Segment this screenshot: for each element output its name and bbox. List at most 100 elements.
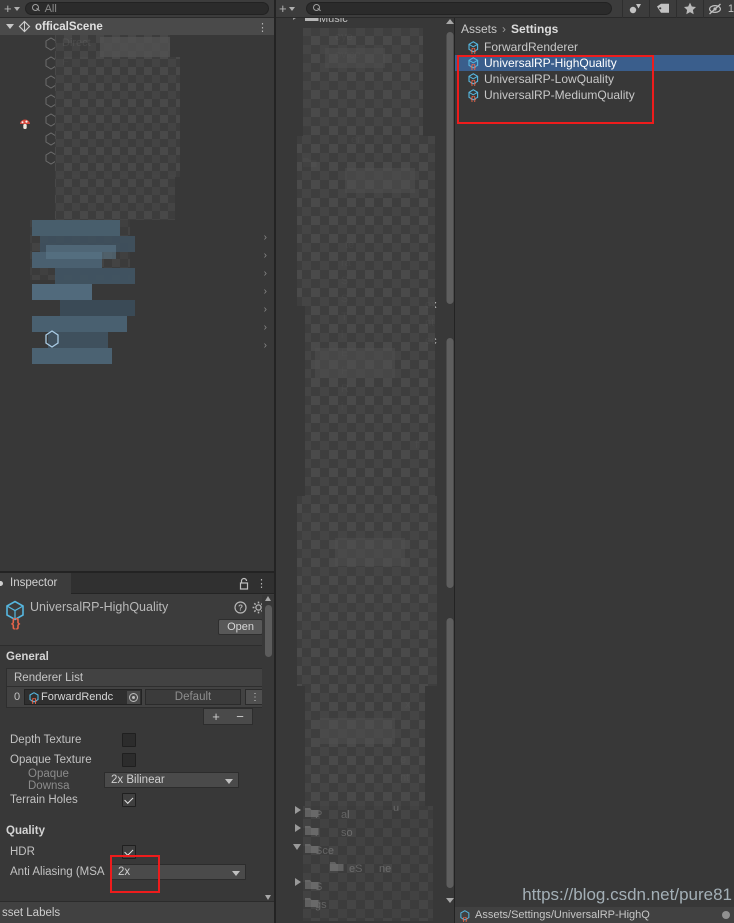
asset-name-label: ForwardRenderer	[484, 40, 579, 54]
breadcrumb-current[interactable]: Settings	[511, 22, 558, 36]
project-toolbar: + 1	[275, 0, 734, 18]
opaque-downsampling-dropdown[interactable]: 2x Bilinear	[104, 772, 239, 788]
scroll-up-arrow-icon[interactable]	[265, 596, 271, 601]
opaque-downsampling-value: 2x Bilinear	[111, 774, 165, 786]
asset-item-universalrp-lowquality[interactable]: {} UniversalRP-LowQuality	[455, 71, 734, 87]
render-pipeline-asset-icon: {}	[468, 57, 479, 70]
star-icon	[683, 2, 696, 15]
opaque-texture-checkbox[interactable]	[122, 753, 136, 767]
hierarchy-expand-chevron[interactable]: ›	[264, 304, 267, 315]
asset-item-forwardrenderer[interactable]: {} ForwardRenderer	[455, 39, 734, 55]
hierarchy-scene-row[interactable]: officalScene ⋮	[0, 18, 275, 35]
renderer-list-header: Renderer List	[6, 668, 269, 687]
vertical-splitter[interactable]	[274, 0, 276, 923]
horizontal-splitter[interactable]	[0, 571, 275, 573]
property-row-anti-aliasing[interactable]: Anti Aliasing (MSA 2x	[0, 862, 275, 882]
asset-labels-bar[interactable]: sset Labels	[0, 901, 275, 923]
hierarchy-expand-chevron[interactable]: ›	[264, 232, 267, 243]
svg-text:{}: {}	[471, 48, 477, 54]
search-by-type-button[interactable]	[623, 0, 649, 18]
zoom-slider-handle[interactable]	[722, 911, 730, 919]
unity-editor-window: + All officalScene ⋮ › › › › › › › Inspe…	[0, 0, 734, 923]
render-pipeline-asset-icon: {}	[468, 41, 479, 54]
object-picker-icon[interactable]	[127, 691, 140, 704]
hierarchy-expand-chevron[interactable]: ›	[264, 340, 267, 351]
tab-inspector-label: Inspector	[10, 577, 58, 589]
asset-item-universalrp-mediumquality[interactable]: {} UniversalRP-MediumQuality	[455, 87, 734, 103]
renderer-asset-icon: {}	[29, 691, 39, 704]
hierarchy-expand-chevron[interactable]: ›	[264, 322, 267, 333]
open-asset-button[interactable]: Open	[218, 619, 263, 635]
search-icon	[31, 4, 41, 13]
add-gameobject-icon[interactable]: +	[0, 2, 14, 15]
project-status-bar: {} Assets/Settings/UniversalRP-HighQ	[455, 907, 734, 923]
lock-icon[interactable]	[238, 577, 250, 590]
renderer-list-row[interactable]: 0 {} ForwardRendc Default ⋮	[6, 687, 269, 708]
asset-name-label: UniversalRP-LowQuality	[484, 72, 615, 86]
list-add-remove-controls: + −	[203, 708, 253, 725]
asset-labels-text: sset Labels	[2, 906, 61, 919]
anti-aliasing-value: 2x	[118, 866, 131, 878]
property-row-terrain-holes[interactable]: Terrain Holes	[0, 790, 275, 810]
chevron-down-icon	[232, 871, 240, 876]
hdr-label: HDR	[10, 846, 35, 858]
hdr-checkbox[interactable]	[122, 845, 136, 859]
renderer-object-value: ForwardRendc	[41, 691, 114, 703]
favorite-count-label: 1	[727, 2, 734, 15]
remove-renderer-button[interactable]: −	[228, 709, 252, 724]
hierarchy-search-input[interactable]: All	[24, 2, 269, 15]
hierarchy-expand-chevron[interactable]: ›	[264, 286, 267, 297]
tab-indicator-dot	[0, 581, 3, 586]
render-pipeline-asset-icon: {}	[460, 909, 470, 922]
inspector-asset-name: UniversalRP-HighQuality	[30, 600, 169, 614]
render-pipeline-asset-icon: {}	[6, 600, 24, 630]
inspector-scroll-thumb[interactable]	[265, 605, 272, 657]
watermark-text: https://blog.csdn.net/pure81	[522, 885, 732, 904]
hierarchy-menu-icon[interactable]: ⋮	[257, 21, 268, 34]
tab-inspector[interactable]: Inspector	[0, 572, 72, 594]
search-by-label-button[interactable]	[650, 0, 676, 18]
help-icon[interactable]: ?	[234, 601, 247, 614]
svg-text:?: ?	[238, 604, 243, 613]
property-row-hdr[interactable]: HDR	[0, 842, 275, 862]
general-section-header: General	[6, 651, 49, 663]
anti-aliasing-dropdown[interactable]: 2x	[111, 864, 246, 880]
property-row-opaque-downsampling[interactable]: Opaque Downsa 2x Bilinear	[0, 768, 275, 792]
hierarchy-panel[interactable]: officalScene ⋮ › › › › › › ›	[0, 18, 275, 572]
favorites-button[interactable]	[677, 0, 703, 18]
hierarchy-expand-chevron[interactable]: ›	[264, 250, 267, 261]
scene-visibility-button[interactable]	[704, 0, 728, 18]
terrain-holes-checkbox[interactable]	[122, 793, 136, 807]
project-search-input[interactable]	[305, 2, 612, 15]
scroll-down-arrow-icon[interactable]	[265, 895, 271, 900]
hierarchy-blurred-content: Direct F	[0, 35, 275, 572]
renderer-object-field[interactable]: {} ForwardRendc	[24, 689, 142, 705]
inspector-tabbar: Inspector ⋮	[0, 572, 275, 594]
breadcrumb-root[interactable]: Assets	[461, 22, 497, 36]
inspector-menu-icon[interactable]: ⋮	[256, 577, 267, 590]
asset-item-universalrp-highquality[interactable]: {} UniversalRP-HighQuality	[455, 55, 734, 71]
inspector-header: {} UniversalRP-HighQuality ? General Ope…	[0, 594, 275, 646]
project-content-panel[interactable]: Assets › Settings {} ForwardRenderer {} …	[455, 18, 734, 907]
breadcrumb-separator: ›	[502, 21, 507, 36]
add-renderer-button[interactable]: +	[204, 709, 228, 724]
svg-text:{}: {}	[471, 64, 477, 70]
unity-scene-icon	[18, 20, 31, 33]
opaque-downsampling-label: Opaque Downsa	[28, 768, 70, 792]
render-pipeline-asset-icon: {}	[468, 89, 479, 102]
project-splitter[interactable]	[454, 18, 455, 923]
hierarchy-expand-chevron[interactable]: ›	[264, 268, 267, 279]
property-row-depth-texture[interactable]: Depth Texture	[0, 730, 275, 750]
chevron-down-icon[interactable]	[13, 6, 20, 11]
project-folder-tree[interactable]: Music eye ovice er te ra S S T l E F R i…	[275, 18, 455, 923]
property-row-opaque-texture[interactable]: Opaque Texture	[0, 750, 275, 770]
create-asset-icon[interactable]: +	[275, 2, 289, 15]
quality-section-header: Quality	[6, 825, 45, 837]
chevron-down-icon	[225, 779, 233, 784]
scene-name-label: officalScene	[35, 20, 103, 33]
asset-name-label: UniversalRP-MediumQuality	[484, 88, 635, 102]
triangle-down-icon[interactable]	[6, 24, 14, 29]
renderer-row-index: 0	[13, 691, 21, 703]
depth-texture-checkbox[interactable]	[122, 733, 136, 747]
chevron-down-icon[interactable]	[288, 6, 295, 11]
